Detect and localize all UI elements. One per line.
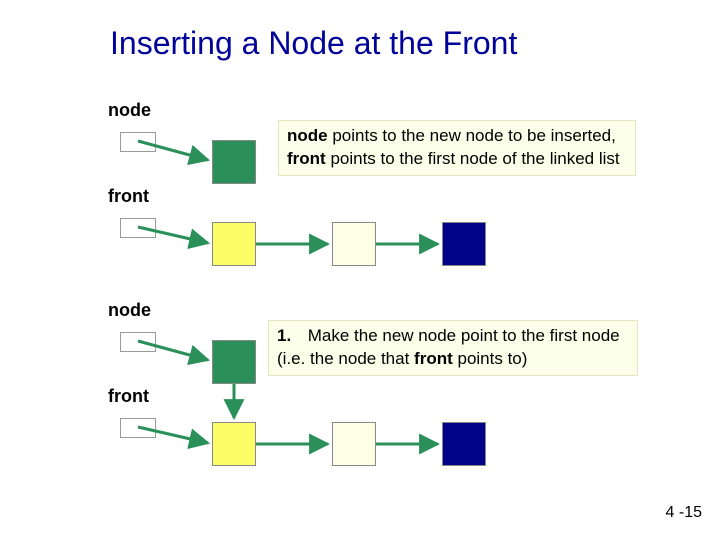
label-node-2: node [108, 300, 151, 321]
pointer-box-front-2 [120, 418, 156, 438]
page-title: Inserting a Node at the Front [110, 25, 517, 62]
list-node-1b [332, 222, 376, 266]
callout-1-kw1: node [287, 126, 328, 145]
callout-2-tail: points to) [453, 349, 528, 368]
callout-1-kw2: front [287, 149, 326, 168]
new-node-2 [212, 340, 256, 384]
callout-1: node points to the new node to be insert… [278, 120, 636, 176]
callout-1-t1: points to the new node to be inserted, [328, 126, 616, 145]
label-front-2: front [108, 386, 149, 407]
pointer-box-front-1 [120, 218, 156, 238]
list-node-2a [212, 422, 256, 466]
list-node-2b [332, 422, 376, 466]
callout-2: 1. Make the new node point to the first … [268, 320, 638, 376]
list-node-2c [442, 422, 486, 466]
callout-1-t2: points to the first node of the linked l… [326, 149, 620, 168]
pointer-box-node-2 [120, 332, 156, 352]
pointer-box-node-1 [120, 132, 156, 152]
new-node-1 [212, 140, 256, 184]
list-node-1a [212, 222, 256, 266]
callout-2-kw: front [414, 349, 453, 368]
page-number: 4 -15 [666, 504, 702, 522]
list-node-1c [442, 222, 486, 266]
label-front-1: front [108, 186, 149, 207]
callout-2-num: 1. [277, 325, 303, 348]
label-node-1: node [108, 100, 151, 121]
